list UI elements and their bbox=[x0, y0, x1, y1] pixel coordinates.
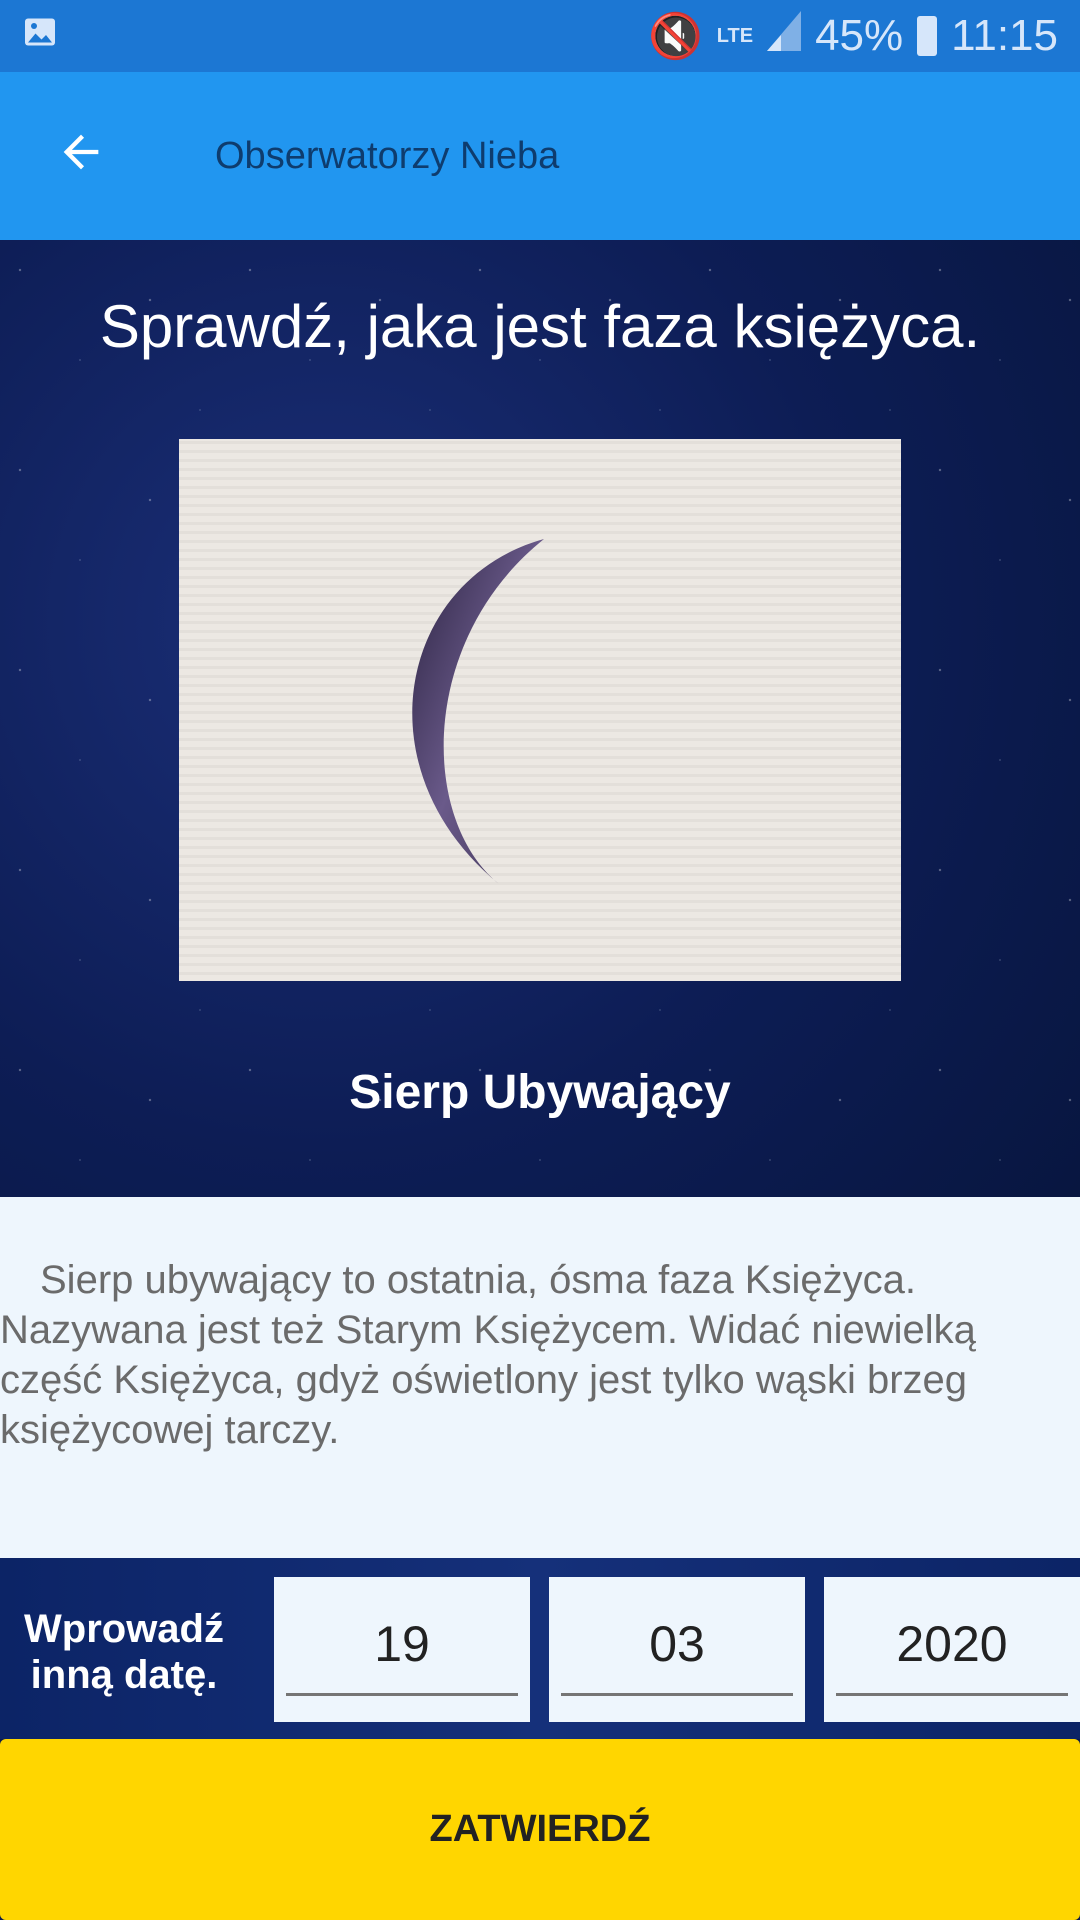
status-bar: 🔇 LTE 45% 11:15 bbox=[0, 0, 1080, 72]
day-input[interactable]: 19 bbox=[274, 1577, 530, 1722]
back-arrow-icon[interactable] bbox=[55, 126, 115, 187]
date-form: Wprowadź inną datę. 19 03 2020 bbox=[0, 1558, 1080, 1739]
clock: 11:15 bbox=[951, 11, 1058, 60]
vibrate-mute-icon: 🔇 bbox=[647, 12, 703, 61]
battery-percent: 45% bbox=[815, 11, 904, 60]
underline bbox=[561, 1693, 793, 1696]
moon-phase-section: Sprawdź, jaka jest faza księżyca. Sierp … bbox=[0, 240, 1080, 1197]
month-value: 03 bbox=[649, 1616, 705, 1672]
headline: Sprawdź, jaka jest faza księżyca. bbox=[99, 293, 981, 360]
gallery-notification-icon bbox=[22, 11, 58, 61]
description-text: Sierp ubywający to ostatnia, ósma faza K… bbox=[0, 1258, 976, 1452]
year-input[interactable]: 2020 bbox=[824, 1577, 1080, 1722]
phase-name: Sierp Ubywający bbox=[349, 1066, 731, 1119]
confirm-button[interactable]: ZATWIERDŹ bbox=[0, 1739, 1080, 1920]
month-input[interactable]: 03 bbox=[549, 1577, 805, 1722]
underline bbox=[286, 1693, 518, 1696]
phase-description: Sierp ubywający to ostatnia, ósma faza K… bbox=[0, 1197, 1080, 1558]
app-bar: Obserwatorzy Nieba bbox=[0, 72, 1080, 240]
date-label: Wprowadź inną datę. bbox=[24, 1607, 224, 1697]
battery-icon bbox=[917, 16, 938, 56]
lte-icon: LTE bbox=[716, 24, 754, 47]
moon-phase-image bbox=[179, 439, 901, 981]
day-value: 19 bbox=[374, 1616, 430, 1672]
year-value: 2020 bbox=[896, 1616, 1008, 1672]
signal-icon bbox=[767, 10, 802, 62]
app-title: Obserwatorzy Nieba bbox=[215, 134, 560, 177]
underline bbox=[836, 1693, 1068, 1696]
